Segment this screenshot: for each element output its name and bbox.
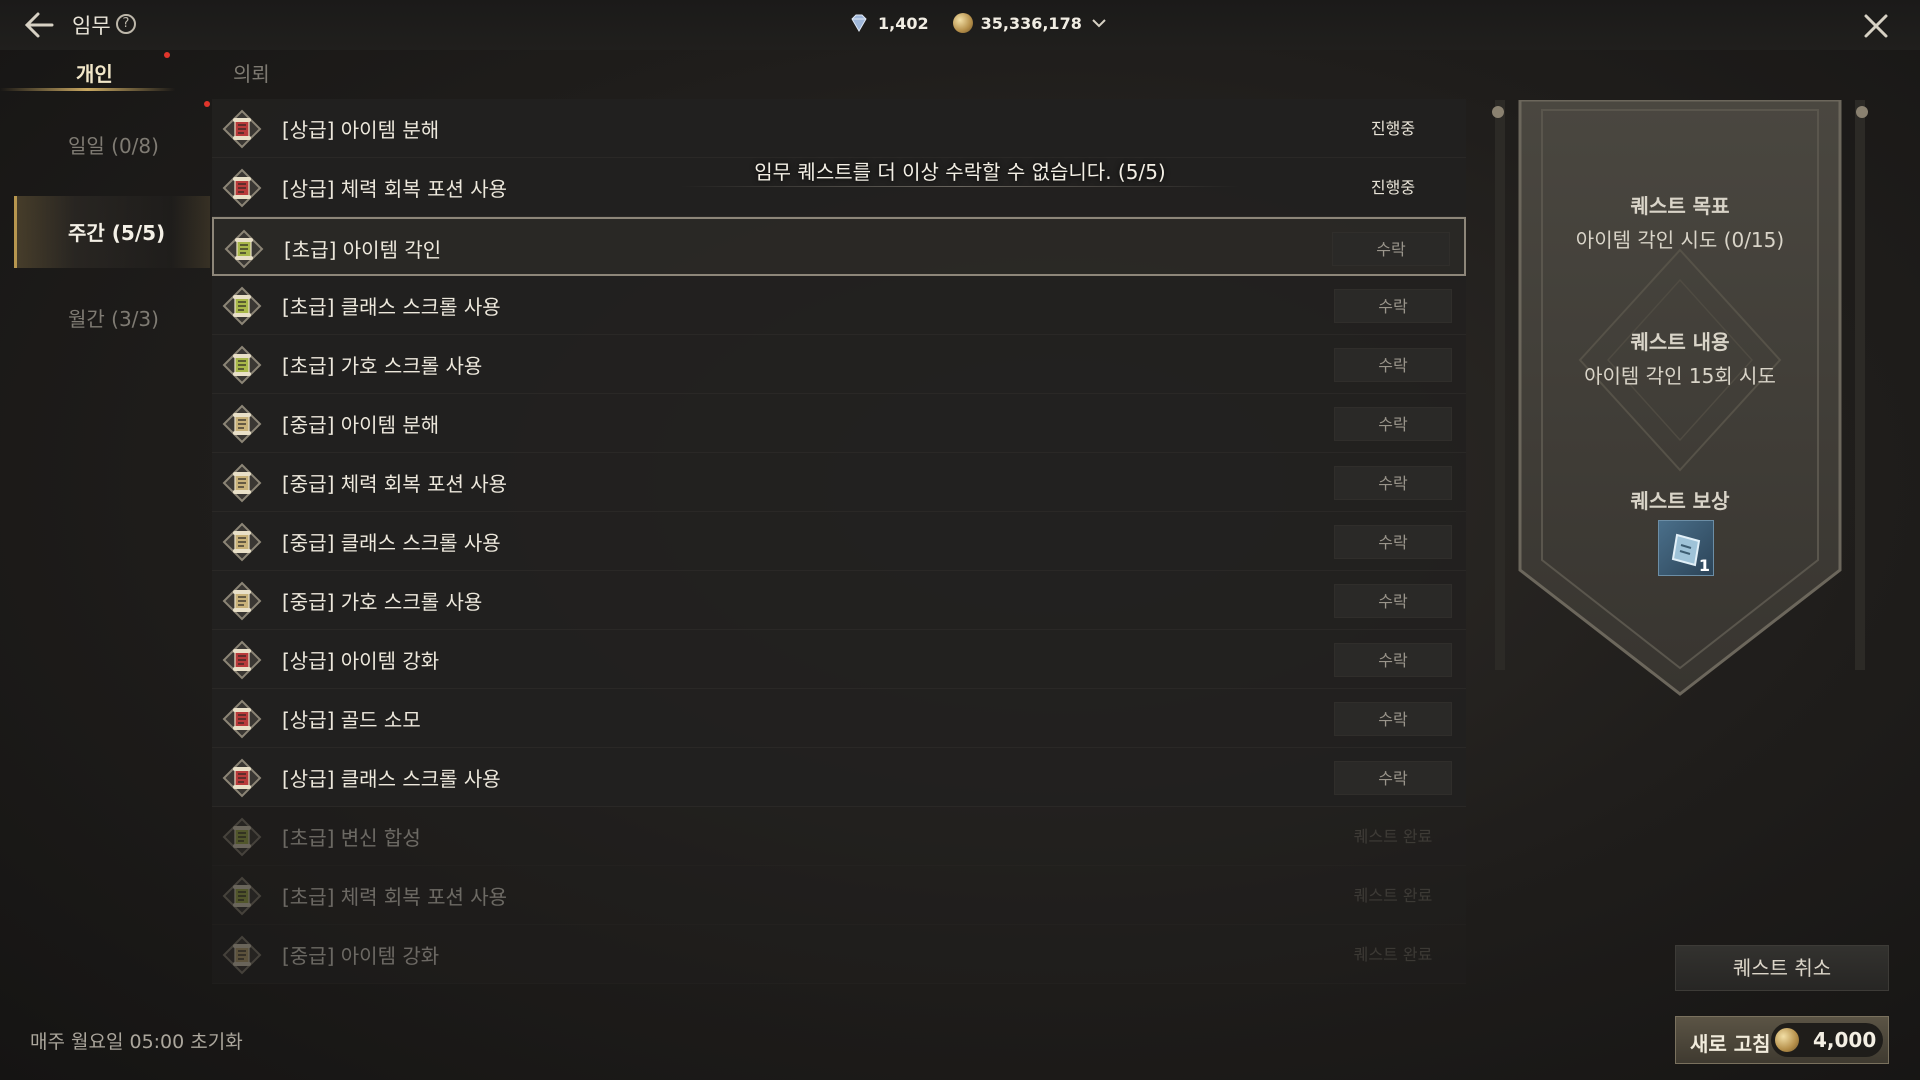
gem-count: 1,402 bbox=[878, 13, 929, 33]
content-value: 아이템 각인 15회 시도 bbox=[1584, 364, 1776, 388]
quest-status: 진행중 bbox=[1370, 178, 1416, 197]
gem-icon bbox=[851, 14, 867, 32]
quest-scroll-icon bbox=[222, 286, 262, 326]
top-bar: 임무 ? 1,402 35,336,178 bbox=[0, 0, 1920, 50]
notice-divider bbox=[680, 186, 1240, 187]
accept-button[interactable]: 수락 bbox=[1334, 525, 1452, 559]
quest-status: 퀘스트 완료 bbox=[1353, 827, 1433, 846]
quest-scroll-icon bbox=[222, 817, 262, 857]
notice-message: 임무 퀘스트를 더 이상 수락할 수 없습니다. (5/5) bbox=[754, 160, 1166, 184]
help-icon[interactable]: ? bbox=[116, 14, 136, 34]
quest-status: 퀘스트 완료 bbox=[1353, 886, 1433, 905]
quest-scroll-icon bbox=[222, 109, 262, 149]
quest-name: [중급] 클래스 스크롤 사용 bbox=[282, 531, 501, 555]
quest-row[interactable]: [상급] 아이템 강화 수락 bbox=[212, 630, 1466, 689]
quest-name: [중급] 아이템 분해 bbox=[282, 413, 440, 437]
gold-coin-icon bbox=[952, 13, 973, 33]
quest-status: 진행중 bbox=[1370, 119, 1416, 138]
quest-scroll-icon bbox=[222, 640, 262, 680]
quest-name: [초급] 가호 스크롤 사용 bbox=[282, 354, 483, 378]
quest-name: [상급] 골드 소모 bbox=[282, 708, 421, 732]
quest-row[interactable]: [중급] 클래스 스크롤 사용 수락 bbox=[212, 512, 1466, 571]
tab-personal[interactable]: 개인 bbox=[76, 58, 113, 87]
quest-name: [초급] 클래스 스크롤 사용 bbox=[282, 295, 501, 319]
accept-button[interactable]: 수락 bbox=[1334, 466, 1452, 500]
close-icon[interactable] bbox=[1860, 10, 1892, 42]
notification-dot bbox=[204, 101, 210, 107]
quest-row[interactable]: [중급] 아이템 분해 수락 bbox=[212, 394, 1466, 453]
quest-row[interactable]: [초급] 체력 회복 포션 사용 퀘스트 완료 bbox=[212, 866, 1466, 925]
quest-cancel-button[interactable]: 퀘스트 취소 bbox=[1675, 945, 1889, 991]
refresh-label: 새로 고침 bbox=[1690, 1032, 1771, 1056]
quest-row[interactable]: [초급] 아이템 각인 수락 bbox=[212, 217, 1466, 276]
currency-display: 1,402 35,336,178 bbox=[848, 12, 1108, 34]
content-heading: 퀘스트 내용 bbox=[1630, 330, 1730, 354]
page-title: 임무 bbox=[72, 14, 111, 38]
back-arrow-icon[interactable] bbox=[22, 10, 56, 40]
refresh-cost-value: 4,000 bbox=[1813, 1028, 1877, 1052]
accept-button[interactable]: 수락 bbox=[1332, 232, 1450, 266]
quest-scroll-icon bbox=[224, 229, 264, 269]
quest-scroll-icon bbox=[222, 581, 262, 621]
quest-scroll-icon bbox=[222, 758, 262, 798]
gold-coin-icon bbox=[1775, 1028, 1799, 1052]
refresh-button[interactable]: 새로 고침 4,000 bbox=[1675, 1016, 1889, 1064]
quest-status: 퀘스트 완료 bbox=[1353, 945, 1433, 964]
quest-row[interactable]: [상급] 클래스 스크롤 사용 수락 bbox=[212, 748, 1466, 807]
accept-button[interactable]: 수락 bbox=[1334, 643, 1452, 677]
quest-scroll-icon bbox=[222, 522, 262, 562]
accept-button[interactable]: 수락 bbox=[1334, 584, 1452, 618]
quest-name: [초급] 체력 회복 포션 사용 bbox=[282, 885, 508, 909]
reward-count: 1 bbox=[1698, 556, 1710, 575]
notification-dot bbox=[164, 52, 170, 58]
reset-info: 매주 월요일 05:00 초기화 bbox=[30, 1031, 243, 1053]
quest-name: [상급] 아이템 강화 bbox=[282, 649, 440, 673]
chevron-down-icon[interactable] bbox=[1090, 14, 1108, 32]
accept-button[interactable]: 수락 bbox=[1334, 407, 1452, 441]
goal-heading: 퀘스트 목표 bbox=[1630, 194, 1730, 218]
period-monthly[interactable]: 월간 (3/3) bbox=[68, 303, 159, 332]
reward-heading: 퀘스트 보상 bbox=[1630, 489, 1730, 513]
quest-row[interactable]: [초급] 클래스 스크롤 사용 수락 bbox=[212, 276, 1466, 335]
quest-row[interactable]: [초급] 변신 합성 퀘스트 완료 bbox=[212, 807, 1466, 866]
quest-name: [상급] 클래스 스크롤 사용 bbox=[282, 767, 501, 791]
quest-scroll-icon bbox=[222, 935, 262, 975]
quest-scroll-icon bbox=[222, 168, 262, 208]
period-weekly[interactable]: 주간 (5/5) bbox=[68, 217, 165, 246]
refresh-cost: 4,000 bbox=[1771, 1023, 1883, 1057]
accept-button[interactable]: 수락 bbox=[1334, 289, 1452, 323]
quest-row[interactable]: [중급] 체력 회복 포션 사용 수락 bbox=[212, 453, 1466, 512]
quest-name: [초급] 아이템 각인 bbox=[284, 238, 442, 262]
tab-bar: 개인 의뢰 bbox=[0, 50, 330, 94]
period-daily[interactable]: 일일 (0/8) bbox=[68, 130, 159, 159]
quest-name: [중급] 체력 회복 포션 사용 bbox=[282, 472, 508, 496]
quest-name: [중급] 가호 스크롤 사용 bbox=[282, 590, 483, 614]
quest-row[interactable]: [상급] 아이템 분해 진행중 bbox=[212, 99, 1466, 158]
accept-button[interactable]: 수락 bbox=[1334, 761, 1452, 795]
quest-row[interactable]: [중급] 가호 스크롤 사용 수락 bbox=[212, 571, 1466, 630]
quest-scroll-icon bbox=[222, 345, 262, 385]
quest-row[interactable]: [중급] 아이템 강화 퀘스트 완료 bbox=[212, 925, 1466, 984]
quest-scroll-icon bbox=[222, 463, 262, 503]
goal-value: 아이템 각인 시도 (0/15) bbox=[1575, 228, 1785, 252]
reward-item-slot[interactable]: 1 bbox=[1658, 520, 1714, 576]
accept-button[interactable]: 수락 bbox=[1334, 702, 1452, 736]
quest-row[interactable]: [초급] 가호 스크롤 사용 수락 bbox=[212, 335, 1466, 394]
quest-row[interactable]: [상급] 골드 소모 수락 bbox=[212, 689, 1466, 748]
quest-name: [중급] 아이템 강화 bbox=[282, 944, 440, 968]
quest-scroll-icon bbox=[222, 404, 262, 444]
quest-name: [상급] 아이템 분해 bbox=[282, 118, 440, 142]
gold-count: 35,336,178 bbox=[980, 13, 1082, 33]
quest-scroll-icon bbox=[222, 699, 262, 739]
tab-underline bbox=[0, 88, 175, 91]
quest-scroll-icon bbox=[222, 876, 262, 916]
quest-name: [상급] 체력 회복 포션 사용 bbox=[282, 177, 508, 201]
tab-request[interactable]: 의뢰 bbox=[233, 58, 270, 87]
accept-button[interactable]: 수락 bbox=[1334, 348, 1452, 382]
quest-detail-panel: 퀘스트 목표 아이템 각인 시도 (0/15) 퀘스트 내용 아이템 각인 15… bbox=[1480, 100, 1880, 700]
period-menu: 일일 (0/8) 주간 (5/5) 월간 (3/3) bbox=[0, 100, 210, 700]
quest-list: [상급] 아이템 분해 진행중 [상급] 체력 회복 포션 사용 진행중 [초급] 아이… bbox=[212, 99, 1466, 984]
quest-name: [초급] 변신 합성 bbox=[282, 826, 421, 850]
